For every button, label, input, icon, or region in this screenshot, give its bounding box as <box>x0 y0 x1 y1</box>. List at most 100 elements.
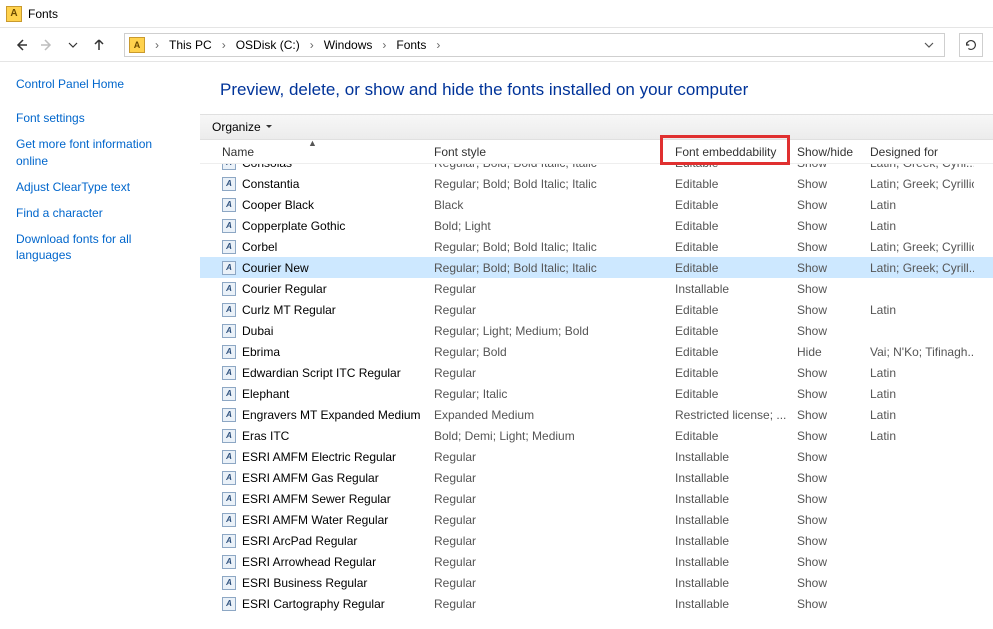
font-row[interactable]: AElephantRegular; ItalicEditableShowLati… <box>200 383 993 404</box>
breadcrumb-this-pc[interactable]: This PC <box>163 38 218 52</box>
chevron-right-icon[interactable]: › <box>432 38 444 52</box>
cell-designedfor <box>862 593 974 614</box>
font-row[interactable]: AESRI AMFM Sewer RegularRegularInstallab… <box>200 488 993 509</box>
up-button[interactable] <box>88 34 110 56</box>
font-row[interactable]: AESRI Business RegularRegularInstallable… <box>200 572 993 593</box>
font-name-label: Cooper Black <box>242 198 314 212</box>
column-header-embeddability[interactable]: Font embeddability <box>667 140 789 163</box>
font-row[interactable]: AESRI AMFM Gas RegularRegularInstallable… <box>200 467 993 488</box>
cell-name: AEdwardian Script ITC Regular <box>200 362 426 383</box>
cell-embeddability: Editable <box>667 299 789 320</box>
cell-designedfor: Latin; Greek; Cyrill... <box>862 257 974 278</box>
sidebar-link-find-a-character[interactable]: Find a character <box>16 205 184 221</box>
cell-designedfor: Vai; N'Ko; Tifinagh... <box>862 341 974 362</box>
cell-embeddability: Installable <box>667 509 789 530</box>
cell-showhide: Show <box>789 446 862 467</box>
chevron-right-icon[interactable]: › <box>378 38 390 52</box>
cell-style: Regular <box>426 530 667 551</box>
cell-embeddability: Installable <box>667 593 789 614</box>
font-row[interactable]: AESRI Arrowhead RegularRegularInstallabl… <box>200 551 993 572</box>
forward-button[interactable] <box>36 34 58 56</box>
cell-showhide: Show <box>789 467 862 488</box>
font-row[interactable]: AESRI AMFM Water RegularRegularInstallab… <box>200 509 993 530</box>
organize-button[interactable]: Organize <box>206 118 279 136</box>
sidebar-link-download-fonts-for-all-languages[interactable]: Download fonts for all languages <box>16 231 184 263</box>
font-row[interactable]: AESRI ArcPad RegularRegularInstallableSh… <box>200 530 993 551</box>
chevron-right-icon[interactable]: › <box>306 38 318 52</box>
sidebar-link-adjust-cleartype-text[interactable]: Adjust ClearType text <box>16 179 184 195</box>
font-row[interactable]: ACourier RegularRegularInstallableShow <box>200 278 993 299</box>
font-row[interactable]: AESRI Cartography RegularRegularInstalla… <box>200 593 993 614</box>
font-file-icon: A <box>222 429 236 443</box>
font-name-label: ESRI Arrowhead Regular <box>242 555 376 569</box>
font-row[interactable]: AEdwardian Script ITC RegularRegularEdit… <box>200 362 993 383</box>
font-row[interactable]: AConstantiaRegular; Bold; Bold Italic; I… <box>200 173 993 194</box>
cell-showhide: Show <box>789 278 862 299</box>
content-area: Preview, delete, or show and hide the fo… <box>200 62 993 629</box>
cell-showhide: Show <box>789 551 862 572</box>
cell-name: ACourier New <box>200 257 426 278</box>
cell-name: ACorbel <box>200 236 426 257</box>
chevron-right-icon[interactable]: › <box>151 38 163 52</box>
font-row[interactable]: ACopperplate GothicBold; LightEditableSh… <box>200 215 993 236</box>
cell-embeddability: Editable <box>667 341 789 362</box>
cell-name: AEngravers MT Expanded Medium <box>200 404 426 425</box>
breadcrumb-osdisk-c-[interactable]: OSDisk (C:) <box>230 38 306 52</box>
cell-designedfor <box>862 488 974 509</box>
refresh-button[interactable] <box>959 33 983 57</box>
font-row[interactable]: ADubaiRegular; Light; Medium; BoldEditab… <box>200 320 993 341</box>
font-name-label: Courier New <box>242 261 309 275</box>
column-header-name[interactable]: Name ▲ <box>200 140 426 163</box>
font-row[interactable]: AEras ITCBold; Demi; Light; MediumEditab… <box>200 425 993 446</box>
font-row[interactable]: ACorbelRegular; Bold; Bold Italic; Itali… <box>200 236 993 257</box>
font-row[interactable]: AEngravers MT Expanded MediumExpanded Me… <box>200 404 993 425</box>
cell-name: AElephant <box>200 383 426 404</box>
cell-style: Expanded Medium <box>426 404 667 425</box>
cell-embeddability: Editable <box>667 215 789 236</box>
cell-name: AESRI Cartography Regular <box>200 593 426 614</box>
column-header-style[interactable]: Font style <box>426 140 667 163</box>
cell-designedfor: Latin <box>862 194 974 215</box>
cell-designedfor <box>862 446 974 467</box>
cell-style: Regular; Light; Medium; Bold <box>426 320 667 341</box>
control-panel-home-link[interactable]: Control Panel Home <box>16 76 184 92</box>
sidebar-link-font-settings[interactable]: Font settings <box>16 110 184 126</box>
font-row[interactable]: AESRI AMFM Electric RegularRegularInstal… <box>200 446 993 467</box>
cell-style: Regular; Bold; Bold Italic; Italic <box>426 236 667 257</box>
font-name-label: Corbel <box>242 240 277 254</box>
cell-name: AESRI AMFM Sewer Regular <box>200 488 426 509</box>
font-name-label: ESRI AMFM Water Regular <box>242 513 388 527</box>
cell-designedfor <box>862 551 974 572</box>
font-name-label: ESRI AMFM Gas Regular <box>242 471 379 485</box>
cell-designedfor: Latin <box>862 362 974 383</box>
font-list[interactable]: AConsolasRegular; Bold; Bold Italic; Ita… <box>200 164 993 629</box>
breadcrumb-windows[interactable]: Windows <box>318 38 379 52</box>
address-dropdown-button[interactable] <box>918 40 940 50</box>
font-name-label: Eras ITC <box>242 429 289 443</box>
cell-designedfor: Latin <box>862 425 974 446</box>
cell-name: ACopperplate Gothic <box>200 215 426 236</box>
column-header-designedfor[interactable]: Designed for <box>862 140 974 163</box>
recent-locations-button[interactable] <box>62 34 84 56</box>
font-row[interactable]: AConsolasRegular; Bold; Bold Italic; Ita… <box>200 164 993 173</box>
column-header-showhide[interactable]: Show/hide <box>789 140 862 163</box>
address-bar[interactable]: A › This PC›OSDisk (C:)›Windows›Fonts› <box>124 33 945 57</box>
cell-designedfor: Latin; Greek; Cyril... <box>862 164 974 173</box>
font-row[interactable]: ACurlz MT RegularRegularEditableShowLati… <box>200 299 993 320</box>
font-name-label: Constantia <box>242 177 299 191</box>
font-row[interactable]: ACourier NewRegular; Bold; Bold Italic; … <box>200 257 993 278</box>
font-row[interactable]: ACooper BlackBlackEditableShowLatin <box>200 194 993 215</box>
back-button[interactable] <box>10 34 32 56</box>
font-name-label: Curlz MT Regular <box>242 303 336 317</box>
breadcrumb-fonts[interactable]: Fonts <box>390 38 432 52</box>
sidebar-link-get-more-font-information-online[interactable]: Get more font information online <box>16 136 184 168</box>
cell-embeddability: Editable <box>667 383 789 404</box>
font-row[interactable]: AEbrimaRegular; BoldEditableHideVai; N'K… <box>200 341 993 362</box>
cell-name: ADubai <box>200 320 426 341</box>
cell-embeddability: Editable <box>667 173 789 194</box>
font-file-icon: A <box>222 366 236 380</box>
cell-showhide: Show <box>789 236 862 257</box>
font-file-icon: A <box>222 471 236 485</box>
fonts-folder-icon: A <box>129 37 145 53</box>
chevron-right-icon[interactable]: › <box>218 38 230 52</box>
